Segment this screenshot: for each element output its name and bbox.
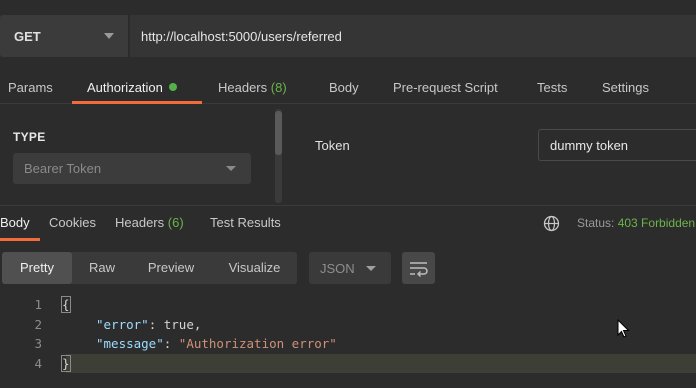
response-status: Status: 403 Forbidden bbox=[577, 207, 695, 239]
tab-label: Body bbox=[0, 215, 30, 230]
status-value: 403 Forbidden bbox=[617, 216, 696, 230]
open-brace: { bbox=[61, 296, 71, 313]
tab-label: Headers bbox=[115, 215, 165, 230]
tab-tests[interactable]: Tests bbox=[537, 72, 567, 104]
tab-params[interactable]: Params bbox=[8, 72, 53, 104]
format-select[interactable]: JSON bbox=[309, 252, 391, 284]
tab-label: Params bbox=[8, 80, 53, 95]
caret-down-icon bbox=[104, 33, 114, 39]
code-line: 1 { bbox=[0, 295, 696, 314]
tab-label: Pre-request Script bbox=[393, 80, 498, 95]
mode-visualize-button[interactable]: Visualize bbox=[212, 252, 297, 284]
line-number: 3 bbox=[34, 336, 42, 351]
format-value: JSON bbox=[320, 260, 355, 276]
line-text: "message": "Authorization error" bbox=[96, 334, 337, 353]
tab-authorization[interactable]: Authorization bbox=[87, 72, 177, 104]
status-label: Status: bbox=[577, 216, 615, 230]
active-tab-underline bbox=[0, 238, 40, 241]
close-brace: } bbox=[61, 355, 71, 372]
url-text: http://localhost:5000/users/referred bbox=[141, 28, 342, 44]
tab-label: Settings bbox=[602, 80, 649, 95]
mode-label: Raw bbox=[88, 260, 115, 275]
mode-label: Visualize bbox=[228, 260, 281, 275]
json-comma: , bbox=[193, 317, 202, 332]
mode-pretty-button[interactable]: Pretty bbox=[2, 252, 72, 284]
mouse-cursor-icon bbox=[617, 319, 630, 338]
json-value: true bbox=[163, 317, 194, 332]
line-number: 2 bbox=[34, 317, 42, 332]
tab-pre-request-script[interactable]: Pre-request Script bbox=[393, 72, 498, 104]
globe-icon[interactable] bbox=[543, 215, 560, 232]
mode-label: Preview bbox=[147, 260, 195, 275]
json-value: "Authorization error" bbox=[178, 336, 337, 351]
auth-type-value: Bearer Token bbox=[24, 161, 102, 176]
response-tab-headers[interactable]: Headers (6) bbox=[115, 207, 184, 239]
response-body-editor[interactable]: 1 { 2 "error": true, 3 "message": "Autho… bbox=[0, 295, 696, 388]
method-label: GET bbox=[14, 28, 41, 44]
response-tab-test-results[interactable]: Test Results bbox=[210, 207, 281, 239]
tab-label: Test Results bbox=[210, 215, 281, 230]
line-text: "error": true, bbox=[96, 315, 201, 334]
mode-label: Pretty bbox=[20, 260, 54, 275]
tab-label: Authorization bbox=[87, 80, 163, 95]
response-tab-body[interactable]: Body bbox=[0, 207, 30, 239]
json-key: "error" bbox=[96, 317, 149, 332]
tab-label: Headers bbox=[218, 80, 268, 95]
token-input[interactable]: dummy token bbox=[538, 129, 696, 161]
token-label: Token bbox=[315, 138, 350, 153]
tab-label: Body bbox=[329, 80, 359, 95]
tab-count: (6) bbox=[167, 215, 184, 230]
response-tab-cookies[interactable]: Cookies bbox=[49, 207, 96, 239]
active-tab-underline bbox=[72, 101, 202, 104]
token-value: dummy token bbox=[550, 137, 629, 153]
authorization-panel: TYPE Bearer Token Token dummy token bbox=[0, 105, 696, 206]
mode-raw-button[interactable]: Raw bbox=[74, 252, 130, 284]
code-line: 2 "error": true, bbox=[0, 315, 696, 334]
json-separator: : bbox=[148, 317, 164, 332]
url-input[interactable]: http://localhost:5000/users/referred bbox=[130, 15, 696, 57]
request-bar: GET http://localhost:5000/users/referred bbox=[0, 0, 696, 72]
tab-body[interactable]: Body bbox=[329, 72, 359, 104]
auth-type-select[interactable]: Bearer Token bbox=[13, 153, 251, 184]
response-tabs: Body Cookies Headers (6) Test Results St… bbox=[0, 207, 696, 241]
code-line: 4 } bbox=[0, 354, 696, 373]
auth-type-heading: TYPE bbox=[13, 130, 46, 144]
active-indicator-dot bbox=[168, 83, 177, 91]
wrap-lines-icon bbox=[410, 262, 428, 278]
json-key: "message" bbox=[96, 336, 164, 351]
tab-settings[interactable]: Settings bbox=[602, 72, 649, 104]
tab-label: Tests bbox=[537, 80, 568, 95]
mode-preview-button[interactable]: Preview bbox=[132, 252, 210, 284]
body-view-mode-group: Pretty Raw Preview Visualize bbox=[2, 252, 297, 284]
request-tabs: Params Authorization Headers (8) Body Pr… bbox=[0, 72, 696, 104]
panel-scrollbar[interactable] bbox=[275, 109, 282, 203]
caret-down-icon bbox=[226, 166, 236, 171]
line-number: 1 bbox=[34, 297, 42, 312]
tab-count: (8) bbox=[270, 80, 287, 95]
line-text: } bbox=[61, 354, 71, 373]
tab-label: Cookies bbox=[49, 215, 96, 230]
code-line: 3 "message": "Authorization error" bbox=[0, 334, 696, 353]
tab-headers[interactable]: Headers (8) bbox=[218, 72, 287, 104]
caret-down-icon bbox=[366, 266, 376, 271]
line-text: { bbox=[61, 295, 71, 314]
wrap-lines-button[interactable] bbox=[402, 252, 435, 284]
method-select[interactable]: GET bbox=[0, 15, 128, 57]
line-number: 4 bbox=[34, 356, 42, 371]
scrollbar-thumb[interactable] bbox=[275, 111, 282, 155]
json-separator: : bbox=[163, 336, 179, 351]
